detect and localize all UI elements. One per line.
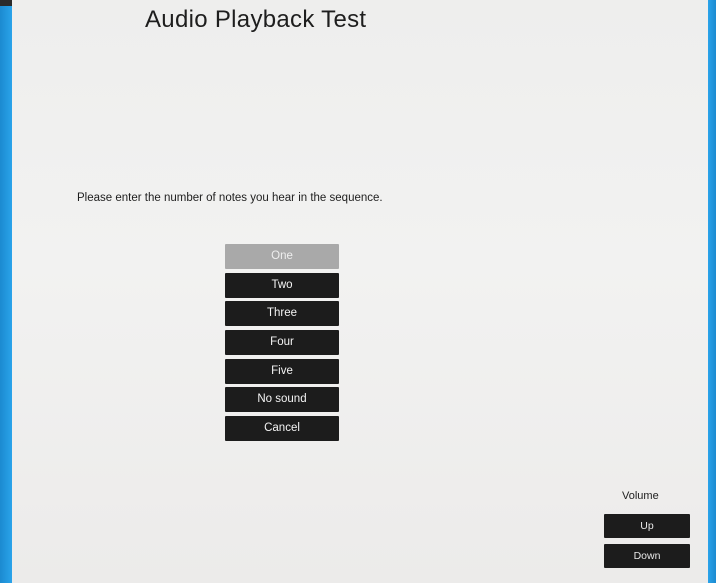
choice-two-button[interactable]: Two [225,272,339,298]
no-sound-button[interactable]: No sound [225,387,339,413]
cancel-button[interactable]: Cancel [225,416,339,442]
display-bezel-left [0,0,12,583]
choice-five-button[interactable]: Five [225,358,339,384]
volume-up-button[interactable]: Up [604,514,690,538]
instruction-text: Please enter the number of notes you hea… [77,192,383,204]
choice-three-button[interactable]: Three [225,301,339,327]
volume-label: Volume [622,490,659,502]
choice-one-button[interactable]: One [225,244,339,269]
choice-four-button[interactable]: Four [225,330,339,356]
note-count-choices: One Two Three Four Five No sound Cancel [225,244,339,445]
page-title: Audio Playback Test [145,6,367,33]
app-screen: Audio Playback Test Please enter the num… [12,0,708,583]
display-bezel-right [708,0,716,583]
volume-down-button[interactable]: Down [604,544,690,568]
